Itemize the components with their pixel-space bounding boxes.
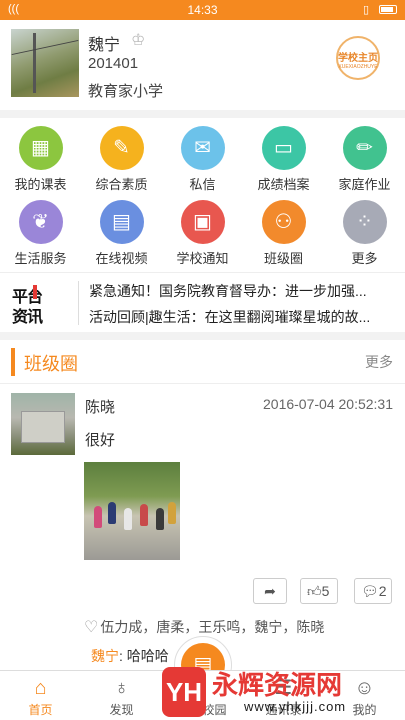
liked-by: ♡ 伍力成，唐柔，王乐鸣，魏宁，陈晓	[84, 617, 324, 637]
post-photo[interactable]	[84, 462, 180, 560]
news-divider	[78, 281, 79, 325]
post-text: 很好	[85, 432, 116, 449]
news-logo-line2: 资讯	[12, 309, 43, 326]
profile-id: 201401	[88, 55, 139, 72]
more-icon: ⁘	[342, 200, 387, 244]
grid-item-label: 私信	[189, 177, 216, 192]
section-title: 班级圈	[24, 354, 78, 374]
watermark-title: 永辉资源网	[212, 670, 343, 700]
class-circle-header: 班级圈 更多	[0, 340, 405, 384]
planet-icon: ♁	[114, 677, 129, 699]
grid-item-label: 我的课表	[14, 177, 67, 192]
comment-text: 哈哈哈	[126, 648, 169, 664]
like-count: 5	[321, 583, 330, 599]
grid-item-grades[interactable]: ▭ 成绩档案	[243, 126, 324, 193]
pencil-icon: ✏	[342, 126, 387, 170]
section-accent-bar	[11, 348, 15, 376]
profile-name: 魏宁	[88, 37, 121, 54]
grid-item-messages[interactable]: ✉ 私信	[162, 126, 243, 193]
post-author[interactable]: 陈晓	[85, 396, 115, 417]
grid-item-label: 更多	[351, 251, 378, 266]
comment-icon: 💬︎	[361, 583, 379, 599]
tab-label: 发现	[109, 703, 134, 717]
share-icon: ➦	[264, 583, 276, 599]
grid-item-label: 生活服务	[14, 251, 67, 266]
status-time: 14:33	[187, 3, 218, 17]
mail-icon: ✉	[180, 126, 225, 170]
heart-icon: ♡	[84, 619, 99, 636]
comment-count: 2	[378, 583, 387, 599]
grid-item-homework[interactable]: ✏ 家庭作业	[324, 126, 405, 193]
grid-item-label: 家庭作业	[338, 177, 391, 192]
watermark: YH 永辉资源网 www.yhkjjj.com	[158, 665, 405, 720]
grid-item-quality[interactable]: ✎ 综合素质	[81, 126, 162, 193]
profile-school: 教育家小学	[88, 83, 164, 100]
quality-icon: ✎	[99, 126, 144, 170]
folder-icon: ▭	[261, 126, 306, 170]
grid-item-class-circle[interactable]: ⚇ 班级圈	[243, 200, 324, 267]
like-button[interactable]: 👍︎5	[300, 578, 338, 604]
school-homepage-button[interactable]: 学校主页 XUEXIAOZHUYE	[336, 36, 380, 80]
home-icon: ⌂	[34, 677, 47, 699]
tab-home[interactable]: ⌂ 首页	[0, 675, 81, 718]
grid-item-label: 成绩档案	[257, 177, 310, 192]
news-item[interactable]: 活动回顾|趣生活：在这里翻阅璀璨星城的故...	[89, 307, 399, 327]
tab-label: 首页	[28, 703, 53, 717]
calendar-icon: ▦	[18, 126, 63, 170]
class-circle-post: 陈晓 2016-07-04 20:52:31 很好 ➦ 👍︎5 💬︎2 ♡ 伍力成…	[0, 384, 405, 670]
watermark-logo: YH	[162, 667, 206, 717]
profile-header: 魏宁 ♔ 201401 教育家小学 学校主页 XUEXIAOZHUYE	[0, 20, 405, 110]
thumbs-up-icon: 👍︎	[307, 583, 322, 599]
grid-item-label: 综合素质	[95, 177, 148, 192]
battery-icon	[379, 5, 397, 14]
grid-item-label: 学校通知	[176, 251, 229, 266]
people-icon: ⚇	[261, 200, 306, 244]
grid-item-video[interactable]: ▤ 在线视频	[81, 200, 162, 267]
plant-icon: ❦	[18, 200, 63, 244]
film-icon: ▤	[99, 200, 144, 244]
watermark-url: www.yhkjjj.com	[244, 699, 347, 714]
school-homepage-label: 学校主页	[338, 53, 378, 64]
share-button[interactable]: ➦	[253, 578, 287, 604]
notice-icon: ▣	[180, 200, 225, 244]
post-author-avatar[interactable]	[11, 393, 75, 455]
more-link[interactable]: 更多	[365, 352, 393, 372]
avatar[interactable]	[11, 29, 79, 97]
grid-item-label: 在线视频	[95, 251, 148, 266]
school-homepage-sublabel: XUEXIAOZHUYE	[338, 64, 378, 70]
grid-item-more[interactable]: ⁘ 更多	[324, 200, 405, 267]
signal-icon: ▯	[362, 4, 369, 16]
grid-item-life-service[interactable]: ❦ 生活服务	[0, 200, 81, 267]
platform-news: 平台 资讯 紧急通知！国务院教育督导办：进一步加强... 活动回顾|趣生活：在这…	[0, 272, 405, 332]
function-grid: ▦ 我的课表 ✎ 综合素质 ✉ 私信 ▭ 成绩档案 ✏ 家庭作业 ❦ 生活服务 …	[0, 118, 405, 272]
tab-discover[interactable]: ♁ 发现	[81, 675, 162, 718]
comment-button[interactable]: 💬︎2	[354, 578, 392, 604]
status-bar: ((( 14:33 ▯	[0, 0, 405, 20]
grid-item-label: 班级圈	[263, 251, 303, 266]
post-time: 2016-07-04 20:52:31	[263, 396, 393, 412]
liked-by-names: 伍力成，唐柔，王乐鸣，魏宁，陈晓	[100, 619, 325, 635]
news-logo: 平台 资讯	[12, 283, 60, 326]
comment-author[interactable]: 魏宁	[91, 648, 119, 664]
grid-item-notice[interactable]: ▣ 学校通知	[162, 200, 243, 267]
comment: 魏宁: 哈哈哈	[91, 648, 169, 664]
crown-icon: ♔	[131, 32, 146, 49]
news-item[interactable]: 紧急通知！国务院教育督导办：进一步加强...	[89, 281, 399, 301]
grid-item-schedule[interactable]: ▦ 我的课表	[0, 126, 81, 193]
